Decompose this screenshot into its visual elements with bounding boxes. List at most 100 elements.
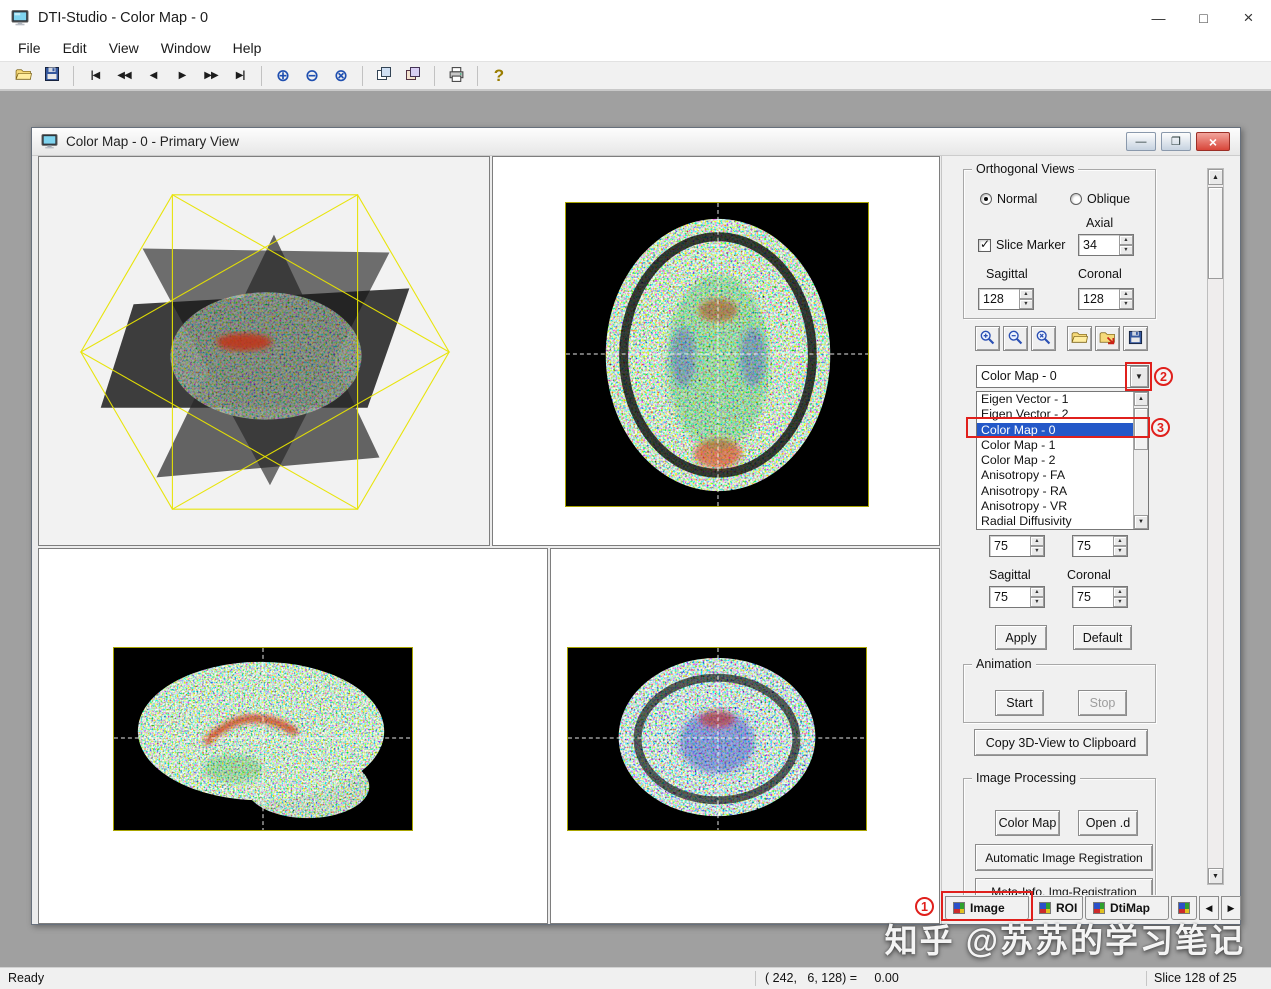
axial-slice-spinner[interactable]: 34	[1078, 234, 1134, 256]
nav-prev-fast-button[interactable]: ◀◀	[111, 64, 137, 88]
spinner-up-icon[interactable]	[1119, 289, 1133, 299]
toolbar-separator	[73, 65, 74, 86]
panel-zoom-region-button[interactable]	[1031, 326, 1056, 351]
list-item[interactable]: Anisotropy - FA	[977, 468, 1148, 483]
scroll-down-icon[interactable]	[1134, 515, 1148, 529]
start-button[interactable]: Start	[995, 690, 1044, 716]
nav-next-button[interactable]: ▶	[169, 64, 195, 88]
duplicate-view-button[interactable]	[400, 64, 426, 88]
list-item[interactable]: Eigen Vector - 1	[977, 392, 1148, 407]
list-item[interactable]: Anisotropy - RA	[977, 484, 1148, 499]
zoom-out-button[interactable]: ⊖	[299, 64, 325, 88]
menu-item-edit[interactable]: Edit	[52, 40, 98, 56]
coronal-slice-spinner[interactable]: 128	[1078, 288, 1134, 310]
spinner-down-icon[interactable]	[1030, 597, 1044, 607]
scrollbar-thumb[interactable]	[1208, 187, 1223, 279]
menu-item-help[interactable]: Help	[222, 40, 273, 56]
list-scrollbar[interactable]	[1133, 392, 1148, 529]
automatic-image-registration-button[interactable]: Automatic Image Registration	[975, 844, 1153, 871]
print-button[interactable]	[443, 64, 469, 88]
minimize-button[interactable]: —	[1136, 0, 1181, 35]
coronal-color-map[interactable]	[568, 648, 866, 830]
combo-value: Color Map - 0	[981, 369, 1057, 383]
panel-scrollbar[interactable]	[1207, 168, 1224, 885]
spinner-up-icon[interactable]	[1030, 536, 1044, 546]
child-titlebar[interactable]: Color Map - 0 - Primary View — ❐ ×	[32, 128, 1240, 156]
list-item[interactable]: Color Map - 1	[977, 438, 1148, 453]
list-item[interactable]: Color Map - 2	[977, 453, 1148, 468]
slice-marker-checkbox[interactable]: Slice Marker	[978, 237, 1065, 252]
scroll-down-icon[interactable]	[1208, 868, 1223, 884]
stop-button[interactable]: Stop	[1078, 690, 1127, 716]
image-select-list[interactable]: Eigen Vector - 1 Eigen Vector - 2 Color …	[976, 391, 1149, 530]
axial-zoom-spinner-2[interactable]: 75	[1072, 535, 1128, 557]
coronal-zoom-value: 75	[1077, 590, 1091, 604]
sagittal-image[interactable]	[113, 647, 413, 831]
viewport-3d[interactable]	[38, 156, 490, 546]
apply-button[interactable]: Apply	[995, 625, 1047, 650]
coronal-zoom-spinner[interactable]: 75	[1072, 586, 1128, 608]
default-button[interactable]: Default	[1073, 625, 1132, 650]
spinner-down-icon[interactable]	[1113, 546, 1127, 556]
spinner-up-icon[interactable]	[1030, 587, 1044, 597]
copy-3d-view-button[interactable]: Copy 3D-View to Clipboard	[974, 729, 1148, 756]
scroll-up-icon[interactable]	[1134, 392, 1148, 406]
zoom-region-button[interactable]: ⊗	[328, 64, 354, 88]
save-button[interactable]	[39, 64, 65, 88]
child-restore-button[interactable]: ❐	[1161, 132, 1191, 151]
panel-open-overlay-button[interactable]	[1095, 326, 1120, 351]
sagittal-zoom-spinner[interactable]: 75	[989, 586, 1045, 608]
axial-zoom-spinner[interactable]: 75	[989, 535, 1045, 557]
normal-radio[interactable]: Normal	[980, 192, 1037, 206]
spinner-up-icon[interactable]	[1113, 587, 1127, 597]
child-close-button[interactable]: ×	[1196, 132, 1230, 151]
open-button[interactable]	[10, 64, 36, 88]
spinner-down-icon[interactable]	[1019, 299, 1033, 309]
spinner-down-icon[interactable]	[1030, 546, 1044, 556]
oblique-radio-label: Oblique	[1087, 192, 1131, 206]
oblique-radio[interactable]: Oblique	[1070, 192, 1130, 206]
spinner-up-icon[interactable]	[1119, 235, 1133, 245]
nav-prev-button[interactable]: ◀	[140, 64, 166, 88]
copy-view-button[interactable]	[371, 64, 397, 88]
spinner-up-icon[interactable]	[1019, 289, 1033, 299]
image-select-combo[interactable]: Color Map - 0	[976, 365, 1149, 388]
tab-grid-icon	[1178, 902, 1190, 914]
orthogonal-3d-wireframe[interactable]	[39, 157, 489, 545]
spinner-down-icon[interactable]	[1113, 597, 1127, 607]
open-d-button[interactable]: Open .d	[1078, 810, 1138, 836]
panel-save-button[interactable]	[1123, 326, 1148, 351]
control-panel: Orthogonal Views Normal Oblique Axial Sl…	[941, 156, 1240, 924]
help-button[interactable]: ?	[486, 64, 512, 88]
menu-item-file[interactable]: File	[7, 40, 52, 56]
viewport-coronal[interactable]	[550, 548, 940, 924]
spinner-down-icon[interactable]	[1119, 245, 1133, 255]
list-item[interactable]: Radial Diffusivity	[977, 514, 1148, 529]
panel-open-button[interactable]	[1067, 326, 1092, 351]
axial-color-map[interactable]	[566, 203, 868, 506]
scroll-up-icon[interactable]	[1208, 169, 1223, 185]
nav-first-button[interactable]: |◀	[82, 64, 108, 88]
sagittal-color-map[interactable]	[114, 648, 412, 830]
color-map-button[interactable]: Color Map	[995, 810, 1060, 836]
nav-next-fast-button[interactable]: ▶▶	[198, 64, 224, 88]
save-icon	[44, 66, 60, 85]
axial-image[interactable]	[565, 202, 869, 507]
panel-zoom-out-button[interactable]	[1003, 326, 1028, 351]
viewport-axial[interactable]	[492, 156, 940, 546]
viewport-sagittal[interactable]	[38, 548, 548, 924]
spinner-up-icon[interactable]	[1113, 536, 1127, 546]
maximize-button[interactable]: □	[1181, 0, 1226, 35]
zoom-in-button[interactable]: ⊕	[270, 64, 296, 88]
panel-zoom-in-button[interactable]	[975, 326, 1000, 351]
child-minimize-button[interactable]: —	[1126, 132, 1156, 151]
sagittal-slice-spinner[interactable]: 128	[978, 288, 1034, 310]
menu-item-view[interactable]: View	[98, 40, 150, 56]
zoom-in-icon: ⊕	[275, 65, 291, 85]
close-button[interactable]: ×	[1226, 0, 1271, 35]
coronal-image[interactable]	[567, 647, 867, 831]
list-item[interactable]: Anisotropy - VR	[977, 499, 1148, 514]
spinner-down-icon[interactable]	[1119, 299, 1133, 309]
nav-last-button[interactable]: ▶|	[227, 64, 253, 88]
menu-item-window[interactable]: Window	[150, 40, 222, 56]
